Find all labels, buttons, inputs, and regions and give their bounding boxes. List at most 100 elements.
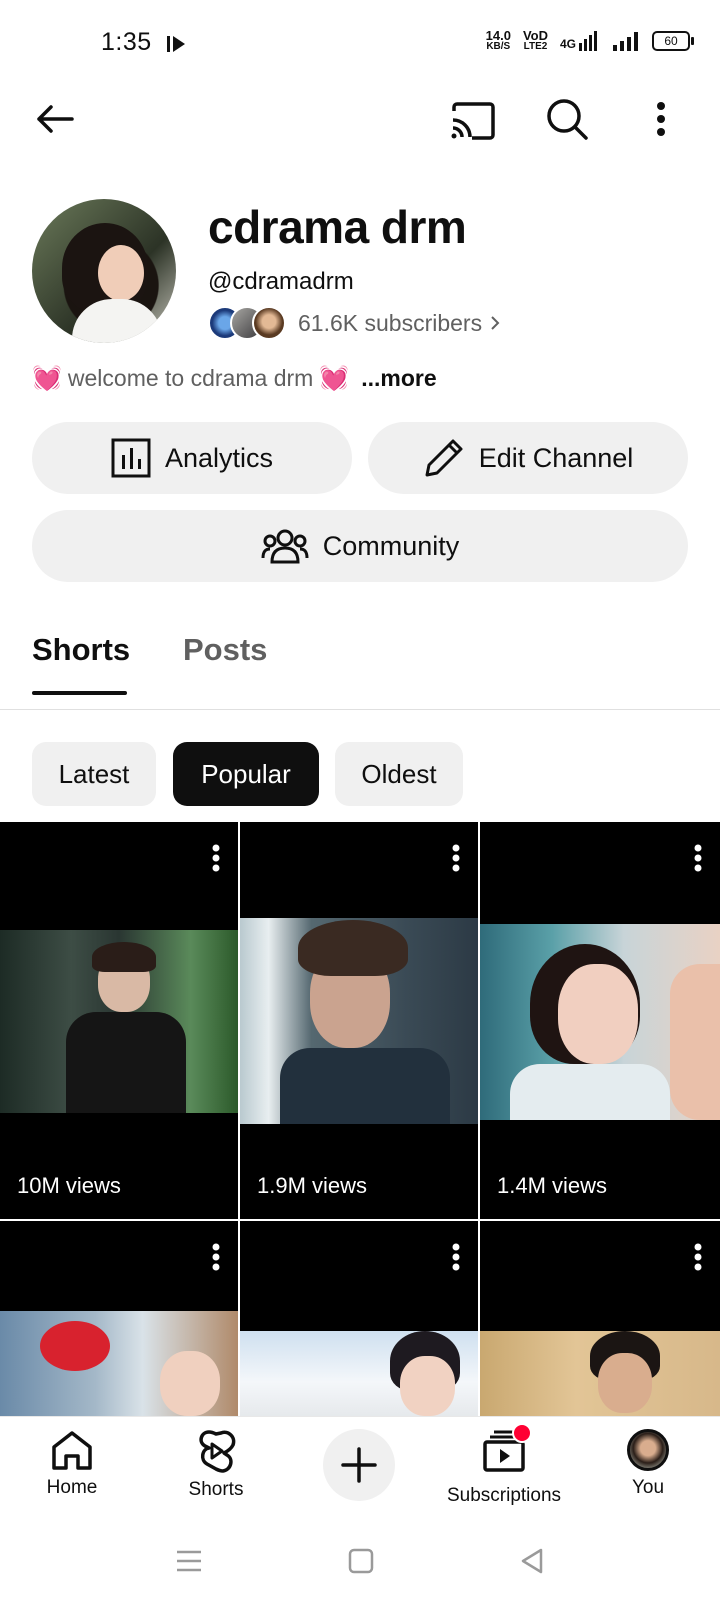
- short-views: 10M views: [17, 1173, 121, 1198]
- short-tile[interactable]: 10M views: [0, 822, 238, 1219]
- description-text: welcome to cdrama drm: [67, 365, 314, 391]
- short-thumbnail: [480, 1331, 720, 1416]
- plus-icon: [341, 1447, 377, 1483]
- shorts-icon: [199, 1430, 236, 1473]
- nav-subscriptions-label: Subscriptions: [446, 1485, 562, 1506]
- more-vert-icon: [694, 1243, 702, 1271]
- channel-name: cdrama drm: [208, 201, 467, 253]
- more-vert-icon: [452, 844, 460, 872]
- analytics-label: Analytics: [164, 442, 274, 473]
- short-thumbnail: [240, 918, 478, 1124]
- chevron-right-icon: [491, 316, 500, 330]
- heart-icon: 💓: [319, 365, 350, 392]
- short-more-button[interactable]: [452, 844, 460, 877]
- signal-4g-icon: 4G: [560, 31, 600, 51]
- tabs-divider: [0, 709, 720, 710]
- short-views: 1.9M views: [257, 1173, 368, 1198]
- search-button[interactable]: [542, 94, 592, 144]
- short-more-button[interactable]: [694, 1243, 702, 1276]
- back-button[interactable]: [30, 94, 80, 144]
- community-icon: [261, 529, 309, 564]
- net-speed: 14.0 KB/S: [485, 28, 511, 52]
- short-more-button[interactable]: [212, 1243, 220, 1276]
- status-indicators: 14.0 KB/S VoD LTE2 4G 60: [485, 28, 694, 52]
- channel-description[interactable]: 💓 welcome to cdrama drm 💓 ...more: [32, 364, 437, 393]
- notification-dot: [512, 1423, 532, 1443]
- short-tile[interactable]: [480, 1221, 720, 1416]
- short-thumbnail: [480, 924, 720, 1120]
- status-bar: 1:35 14.0 KB/S VoD LTE2 4G 60: [0, 0, 720, 88]
- nav-home-label: Home: [46, 1477, 98, 1498]
- back-system-button[interactable]: [520, 1548, 544, 1579]
- chip-popular[interactable]: Popular: [173, 742, 319, 806]
- subscriber-count: 61.6K subscribers: [298, 309, 483, 336]
- short-thumbnail: [240, 1331, 478, 1416]
- pencil-icon: [425, 439, 463, 477]
- bottom-navigation: Home Shorts Subscriptions You: [0, 1416, 720, 1519]
- triangle-back-icon: [521, 1548, 543, 1574]
- nav-shorts-label: Shorts: [188, 1479, 244, 1500]
- battery-level: 60: [664, 34, 678, 48]
- nav-shorts[interactable]: Shorts: [146, 1429, 286, 1501]
- recents-button[interactable]: [176, 1550, 202, 1577]
- menu-icon: [177, 1550, 201, 1572]
- short-more-button[interactable]: [452, 1243, 460, 1276]
- chip-oldest[interactable]: Oldest: [335, 742, 463, 806]
- search-icon: [547, 99, 588, 140]
- volte-top: VoD: [522, 28, 548, 43]
- short-views: 1.4M views: [497, 1173, 608, 1198]
- more-vert-icon: [657, 102, 665, 136]
- nav-home[interactable]: Home: [2, 1429, 142, 1499]
- cast-icon: [451, 102, 495, 140]
- chip-latest[interactable]: Latest: [32, 742, 156, 806]
- short-more-button[interactable]: [212, 844, 220, 877]
- subscribers-row[interactable]: 61.6K subscribers: [208, 306, 502, 340]
- subscriber-avatar: [252, 306, 286, 340]
- tab-posts[interactable]: Posts: [183, 632, 267, 668]
- system-navigation-bar: [0, 1518, 720, 1600]
- signal-icon: [613, 32, 638, 51]
- short-tile[interactable]: [0, 1221, 238, 1416]
- home-icon: [52, 1431, 92, 1470]
- volte-bottom: LTE2: [523, 41, 548, 52]
- edit-channel-label: Edit Channel: [478, 442, 634, 473]
- user-avatar: [627, 1429, 669, 1471]
- channel-avatar[interactable]: [32, 199, 176, 343]
- edit-channel-button[interactable]: Edit Channel: [368, 422, 688, 494]
- cast-button[interactable]: [448, 96, 498, 146]
- heart-icon: 💓: [32, 365, 62, 392]
- analytics-icon: [111, 438, 151, 478]
- network-type: 4G: [559, 37, 576, 51]
- net-speed-unit: KB/S: [486, 41, 511, 52]
- nav-you-label: You: [631, 1477, 665, 1498]
- short-tile[interactable]: 1.4M views: [480, 822, 720, 1219]
- nav-you[interactable]: You: [578, 1429, 718, 1499]
- short-tile[interactable]: [240, 1221, 478, 1416]
- more-link[interactable]: ...more: [361, 365, 436, 392]
- short-thumbnail: [0, 930, 238, 1113]
- community-button[interactable]: Community: [32, 510, 688, 582]
- more-options-button[interactable]: [646, 94, 676, 144]
- tab-indicator: [32, 691, 127, 695]
- more-vert-icon: [694, 844, 702, 872]
- battery-icon: 60: [652, 31, 694, 51]
- square-icon: [348, 1548, 374, 1574]
- tab-shorts[interactable]: Shorts: [32, 632, 130, 668]
- volte-indicator: VoD LTE2: [522, 28, 548, 52]
- net-speed-value: 14.0: [485, 28, 511, 43]
- more-vert-icon: [212, 1243, 220, 1271]
- short-more-button[interactable]: [694, 844, 702, 877]
- home-system-button[interactable]: [348, 1548, 374, 1579]
- more-vert-icon: [452, 1243, 460, 1271]
- more-vert-icon: [212, 844, 220, 872]
- status-time: 1:35: [101, 28, 152, 56]
- nav-subscriptions[interactable]: Subscriptions: [434, 1423, 574, 1507]
- short-thumbnail: [0, 1311, 238, 1416]
- media-playing-icon: [166, 33, 188, 60]
- channel-handle: @cdramadrm: [208, 268, 354, 295]
- create-button[interactable]: [323, 1429, 395, 1501]
- community-label: Community: [322, 530, 460, 561]
- back-arrow-icon: [37, 105, 74, 133]
- short-tile[interactable]: 1.9M views: [240, 822, 478, 1219]
- analytics-button[interactable]: Analytics: [32, 422, 352, 494]
